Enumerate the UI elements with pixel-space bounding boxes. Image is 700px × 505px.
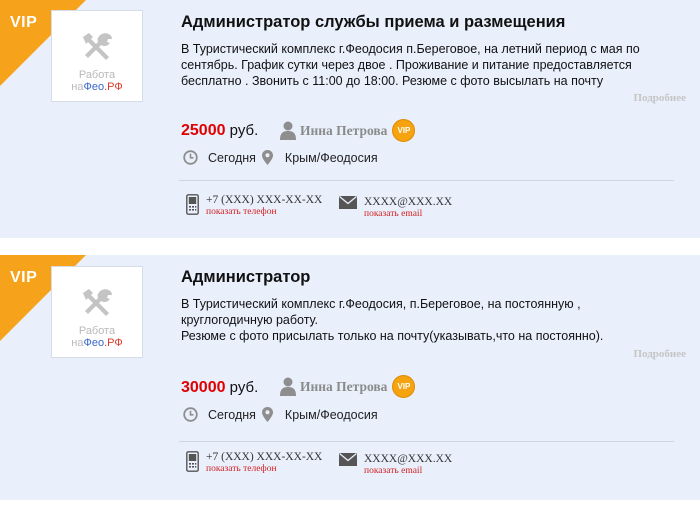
vip-badge: VIP <box>392 375 416 398</box>
tools-icon <box>83 33 112 60</box>
more-link[interactable]: Подробнее <box>633 348 686 360</box>
show-phone-link[interactable]: показать телефон <box>206 207 322 218</box>
location-pin-icon <box>261 150 273 165</box>
company-logo[interactable]: Работа наФео.РФ <box>51 266 143 358</box>
divider <box>179 441 674 442</box>
post-date: Сегодня <box>208 407 256 422</box>
logo-text-brand: наФео.РФ <box>71 81 123 93</box>
email-contact: XXXX@XXX.XX показать email <box>339 196 452 220</box>
show-email-link[interactable]: показать email <box>364 466 452 477</box>
job-description: В Туристический комплекс г.Феодосия, п.Б… <box>181 297 604 343</box>
salary: 30000 руб. <box>181 379 259 396</box>
location-pin-icon <box>261 407 273 422</box>
email-contact: XXXX@XXX.XX показать email <box>339 453 452 477</box>
tools-icon <box>83 289 112 316</box>
location: Крым/Феодосия <box>284 407 378 422</box>
mail-icon <box>339 196 357 209</box>
employer-name[interactable]: Инна Петрова <box>300 379 387 395</box>
employer-user[interactable]: Инна Петрова VIP <box>280 375 416 398</box>
company-logo[interactable]: Работа наФео.РФ <box>51 10 143 102</box>
email-address: XXXX@XXX.XX <box>364 196 453 208</box>
logo-text: Работа <box>78 325 116 337</box>
post-date: Сегодня <box>208 150 256 165</box>
job-listing-card: VIP Работа наФео.РФ Администратор В Тури… <box>0 255 700 500</box>
email-address: XXXX@XXX.XX <box>364 453 453 465</box>
clock-icon <box>183 407 198 422</box>
more-link[interactable]: Подробнее <box>633 92 686 104</box>
clock-icon <box>183 150 198 165</box>
job-title-link[interactable]: Администратор службы приема и размещения <box>181 13 565 32</box>
divider <box>179 180 674 181</box>
logo-text-brand: наФео.РФ <box>71 337 123 349</box>
job-description: В Туристический комплекс г.Феодосия п.Бе… <box>181 42 640 88</box>
phone-number: +7 (XXX) XXX-XX-XX <box>206 194 323 206</box>
user-icon <box>280 121 296 140</box>
user-icon <box>280 377 296 396</box>
logo-text: Работа <box>78 69 116 81</box>
employer-name[interactable]: Инна Петрова <box>300 123 387 139</box>
phone-icon <box>186 451 199 472</box>
show-phone-link[interactable]: показать телефон <box>206 464 322 475</box>
phone-contact: +7 (XXX) XXX-XX-XX показать телефон <box>186 194 322 218</box>
job-title-link[interactable]: Администратор <box>181 268 310 287</box>
salary: 25000 руб. <box>181 122 259 139</box>
vip-badge: VIP <box>392 119 416 142</box>
listing-meta: Сегодня Крым/Феодосия <box>183 150 378 165</box>
vip-ribbon-label: VIP <box>10 269 38 286</box>
phone-number: +7 (XXX) XXX-XX-XX <box>206 451 323 463</box>
location: Крым/Феодосия <box>284 150 378 165</box>
listing-meta: Сегодня Крым/Феодосия <box>183 407 378 422</box>
phone-contact: +7 (XXX) XXX-XX-XX показать телефон <box>186 451 322 475</box>
vip-ribbon-label: VIP <box>10 14 38 31</box>
phone-icon <box>186 194 199 215</box>
employer-user[interactable]: Инна Петрова VIP <box>280 119 416 142</box>
job-listing-card: VIP Работа наФео.РФ Администратор службы… <box>0 0 700 238</box>
mail-icon <box>339 453 357 466</box>
show-email-link[interactable]: показать email <box>364 209 452 220</box>
